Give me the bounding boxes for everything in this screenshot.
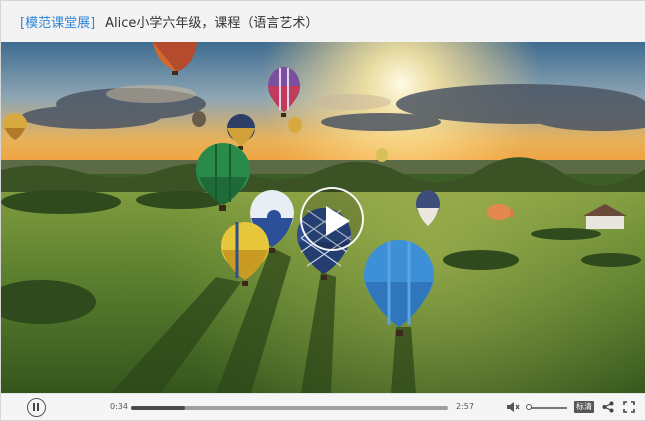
- player-header: [模范课堂展] Alice小学六年级，课程（语言艺术）: [1, 1, 645, 42]
- total-time: 2:57: [456, 402, 474, 411]
- current-time: 0:34: [110, 402, 128, 411]
- pause-button[interactable]: [27, 398, 46, 417]
- quality-button[interactable]: 标清: [574, 401, 594, 413]
- volume-mute-icon[interactable]: [506, 401, 520, 413]
- volume-handle[interactable]: [526, 404, 532, 410]
- progress-bar[interactable]: [131, 406, 448, 410]
- share-icon[interactable]: [602, 401, 614, 413]
- play-button[interactable]: [300, 187, 364, 251]
- video-frame[interactable]: [1, 42, 645, 393]
- category-tag[interactable]: [模范课堂展]: [20, 12, 95, 31]
- pause-icon: [33, 403, 35, 411]
- fullscreen-icon[interactable]: [623, 401, 635, 413]
- control-bar: 0:34 2:57 标清: [1, 393, 645, 420]
- volume-slider[interactable]: [529, 407, 567, 409]
- play-icon: [326, 206, 350, 236]
- pause-icon-bar: [37, 403, 39, 411]
- progress-fill: [131, 406, 185, 410]
- video-title: Alice小学六年级，课程（语言艺术）: [105, 16, 319, 31]
- video-player-window: [模范课堂展] Alice小学六年级，课程（语言艺术） 0:34 2:57 标清: [0, 0, 646, 421]
